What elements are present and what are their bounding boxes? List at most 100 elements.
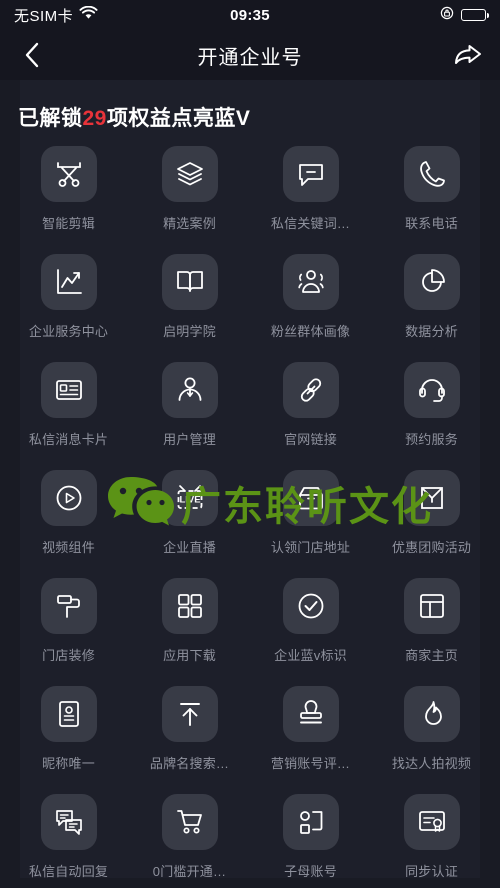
paint-roller-icon: [40, 578, 97, 634]
grid-item-user-management[interactable]: 用户管理: [129, 362, 250, 456]
sub-account-icon: [282, 794, 339, 850]
arrow-up-bar-icon: [161, 686, 218, 742]
grid-item-featured-cases[interactable]: 精选案例: [129, 146, 250, 240]
nav-bar: 开通企业号: [0, 30, 500, 80]
grid-item-label: 预约服务: [405, 432, 458, 447]
grid-item-dm-card[interactable]: 私信消息卡片: [8, 362, 129, 456]
share-arrow-icon[interactable]: [450, 37, 486, 73]
grid-item-label: 找达人拍视频: [391, 756, 472, 771]
open-book-icon: [161, 254, 218, 310]
grid-item-label: 商家主页: [405, 648, 458, 663]
grid-item-label: 企业直播: [163, 540, 216, 555]
grid-item-label: 品牌名搜索…: [149, 756, 230, 771]
grid-item-label: 私信关键词…: [270, 216, 351, 231]
grid-item-find-creator[interactable]: 找达人拍视频: [371, 686, 492, 780]
link-icon: [282, 362, 339, 418]
id-badge-icon: [40, 686, 97, 742]
status-bar-right: [250, 6, 489, 25]
grid-item-live-streaming[interactable]: LIVE 企业直播: [129, 470, 250, 564]
headset-icon: [403, 362, 460, 418]
scissors-icon: [40, 146, 97, 202]
grid-item-video-component[interactable]: 视频组件: [8, 470, 129, 564]
grid-item-merchant-home[interactable]: 商家主页: [371, 578, 492, 672]
grid-item-label: 认领门店地址: [270, 540, 351, 555]
certificate-icon: [403, 794, 460, 850]
grid-item-group-buy[interactable]: 优惠团购活动: [371, 470, 492, 564]
id-card-icon: [40, 362, 97, 418]
grid-item-blue-v-badge[interactable]: 企业蓝v标识: [250, 578, 371, 672]
grid-item-label: 门店装修: [42, 648, 95, 663]
grid-item-claim-store[interactable]: 认领门店地址: [250, 470, 371, 564]
grid-item-fan-profile[interactable]: 粉丝群体画像: [250, 254, 371, 348]
grid-item-appointment[interactable]: 预约服务: [371, 362, 492, 456]
headline-prefix: 已解锁: [18, 107, 83, 130]
grid-item-dm-keyword[interactable]: 私信关键词…: [250, 146, 371, 240]
grid-item-label: 用户管理: [163, 432, 216, 447]
chat-bubbles-icon: [40, 794, 97, 850]
headline-suffix: 项权益点亮蓝V: [106, 107, 251, 130]
grid-item-smart-edit[interactable]: 智能剪辑: [8, 146, 129, 240]
coupon-envelope-icon: [403, 470, 460, 526]
svg-text:LIVE: LIVE: [179, 495, 200, 506]
grid-item-service-center[interactable]: 企业服务中心: [8, 254, 129, 348]
grid-item-label: 优惠团购活动: [391, 540, 472, 555]
content-area: 已解锁29项权益点亮蓝V 智能剪辑 精选案例 私信关键词… 联系电话 企业服务中…: [0, 80, 500, 888]
grid-item-label: 智能剪辑: [42, 216, 95, 231]
grid-item-unique-nickname[interactable]: 昵称唯一: [8, 686, 129, 780]
grid-item-label: 启明学院: [163, 324, 216, 339]
grid-item-label: 子母账号: [284, 864, 337, 879]
check-circle-icon: [282, 578, 339, 634]
phone-icon: [403, 146, 460, 202]
grid-item-website-link[interactable]: 官网链接: [250, 362, 371, 456]
grid-item-sub-account[interactable]: 子母账号: [250, 794, 371, 888]
battery-icon: [461, 9, 489, 21]
grid-item-brand-search[interactable]: 品牌名搜索…: [129, 686, 250, 780]
line-chart-icon: [40, 254, 97, 310]
page-title: 开通企业号: [197, 46, 303, 69]
grid-item-label: 数据分析: [405, 324, 458, 339]
people-group-icon: [282, 254, 339, 310]
layers-icon: [161, 146, 218, 202]
phone-screen: 无SIM卡 09:35 开通企业号 已解锁29项权益点亮蓝V 智能剪辑 精选案例…: [0, 0, 500, 888]
wifi-icon: [79, 5, 98, 25]
grid-item-store-decor[interactable]: 门店装修: [8, 578, 129, 672]
chat-bubble-minus-icon: [282, 146, 339, 202]
storefront-icon: [282, 470, 339, 526]
headline: 已解锁29项权益点亮蓝V: [0, 80, 500, 146]
headline-count: 29: [82, 107, 107, 130]
grid-item-label: 同步认证: [405, 864, 458, 879]
benefits-grid: 智能剪辑 精选案例 私信关键词… 联系电话 企业服务中心 启明学院 粉丝群体画像…: [0, 146, 500, 888]
flame-icon: [403, 686, 460, 742]
grid-item-label: 视频组件: [42, 540, 95, 555]
grid-squares-icon: [161, 578, 218, 634]
carrier-label: 无SIM卡: [14, 7, 74, 25]
grid-item-label: 粉丝群体画像: [270, 324, 351, 339]
back-chevron-icon[interactable]: [14, 37, 50, 73]
grid-item-label: 私信自动回复: [28, 864, 109, 879]
layout-page-icon: [403, 578, 460, 634]
grid-item-data-analysis[interactable]: 数据分析: [371, 254, 492, 348]
live-tv-icon: LIVE: [161, 470, 218, 526]
grid-item-label: 私信消息卡片: [28, 432, 109, 447]
status-bar: 无SIM卡 09:35: [0, 0, 500, 30]
grid-item-academy[interactable]: 启明学院: [129, 254, 250, 348]
pie-chart-icon: [403, 254, 460, 310]
grid-item-contact-phone[interactable]: 联系电话: [371, 146, 492, 240]
grid-item-label: 营销账号评…: [270, 756, 351, 771]
grid-item-zero-threshold[interactable]: 0门槛开通…: [129, 794, 250, 888]
user-icon: [161, 362, 218, 418]
grid-item-marketing-account[interactable]: 营销账号评…: [250, 686, 371, 780]
play-circle-icon: [40, 470, 97, 526]
grid-item-label: 0门槛开通…: [152, 864, 227, 879]
grid-item-label: 应用下载: [163, 648, 216, 663]
grid-item-auto-reply[interactable]: 私信自动回复: [8, 794, 129, 888]
grid-item-sync-verification[interactable]: 同步认证: [371, 794, 492, 888]
stamp-icon: [282, 686, 339, 742]
grid-item-label: 精选案例: [163, 216, 216, 231]
shopping-cart-icon: [161, 794, 218, 850]
grid-item-label: 联系电话: [405, 216, 458, 231]
rotation-lock-icon: [440, 6, 454, 25]
grid-item-app-download[interactable]: 应用下载: [129, 578, 250, 672]
grid-item-label: 昵称唯一: [42, 756, 95, 771]
grid-item-label: 官网链接: [284, 432, 337, 447]
